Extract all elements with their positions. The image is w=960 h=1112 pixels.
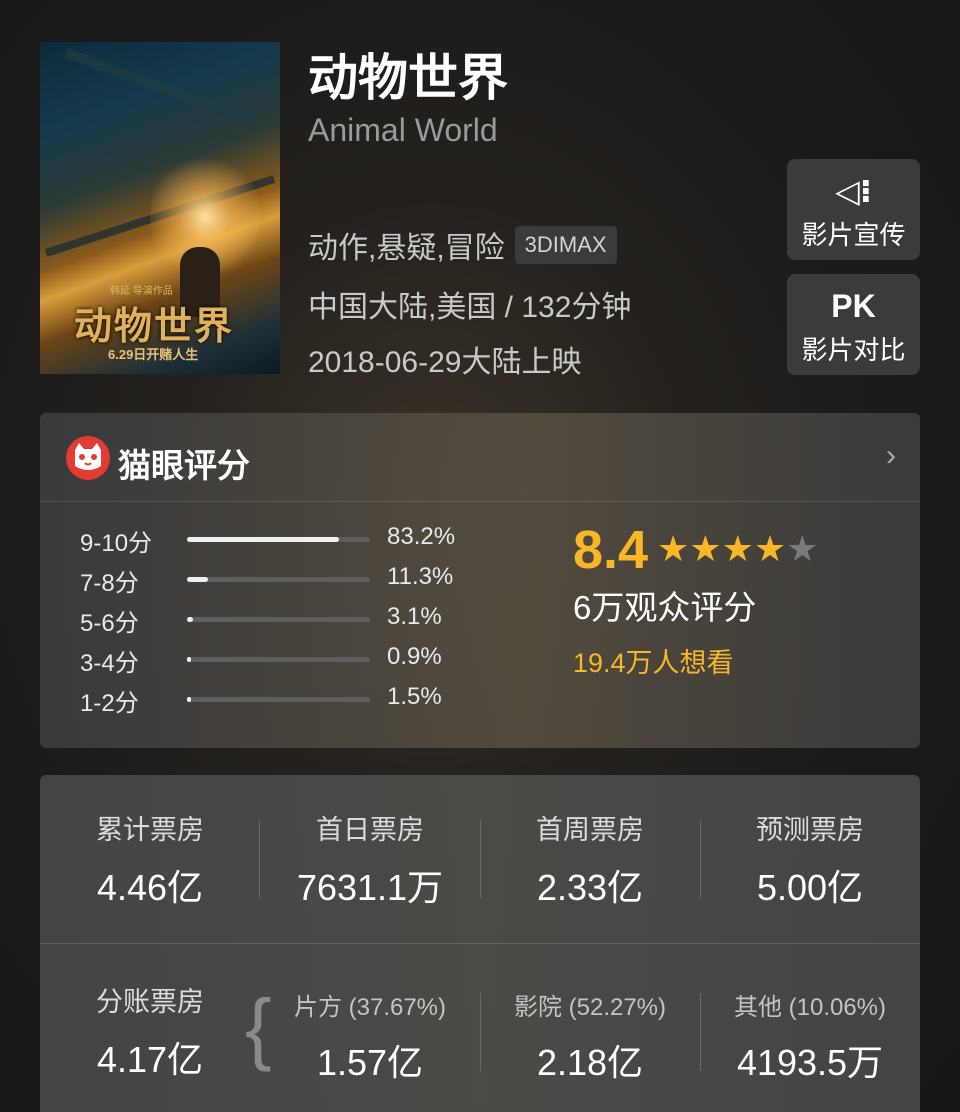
- poster-date: 6.29日开赌人生: [108, 347, 199, 362]
- box-office-producer: 片方 (37.67%) 1.57亿: [280, 987, 460, 1086]
- rating-bar-fill: [187, 697, 191, 702]
- divider: [480, 993, 481, 1071]
- stat-value: 2.33亿: [536, 867, 644, 908]
- rating-bar-fill: [187, 657, 191, 662]
- rating-percent: 3.1%: [387, 603, 442, 630]
- stat-label: 其他 (10.06%): [733, 994, 887, 1021]
- rating-card: 猫眼评分 › 9-10分 83.2% 7-8分 11.3% 5-6分 3.1% 3-4分 0.…: [40, 413, 920, 748]
- compare-button-label: 影片对比: [801, 335, 906, 365]
- rating-percent: 0.9%: [387, 643, 442, 670]
- rating-bar-track: [187, 537, 370, 542]
- rating-distribution-row: 9-10分 83.2%: [80, 523, 480, 557]
- pk-icon: PK: [831, 288, 876, 324]
- star-icon: ★: [689, 528, 722, 569]
- chevron-right-icon[interactable]: ›: [886, 439, 896, 473]
- rating-range-label: 3-4分: [80, 650, 139, 677]
- stat-label: 首周票房: [536, 815, 644, 845]
- stat-label: 预测票房: [756, 815, 864, 845]
- box-office-first-week: 首周票房 2.33亿: [500, 808, 680, 911]
- rating-bar-fill: [187, 537, 340, 542]
- rating-card-header[interactable]: 猫眼评分 ›: [40, 413, 920, 502]
- rating-range-label: 7-8分: [80, 570, 139, 597]
- stat-label: 影院 (52.27%): [513, 994, 667, 1021]
- rating-distribution-row: 1-2分 1.5%: [80, 683, 480, 717]
- rating-range-label: 1-2分: [80, 690, 139, 717]
- box-office-total: 累计票房 4.46亿: [60, 808, 240, 911]
- divider: [700, 993, 701, 1071]
- box-office-card: 累计票房 4.46亿 首日票房 7631.1万 首周票房 2.33亿 预测票房 …: [40, 775, 920, 1112]
- rating-bar-track: [187, 657, 370, 662]
- compare-button[interactable]: PK 影片对比: [787, 274, 920, 375]
- poster-art: [64, 48, 256, 126]
- movie-region-duration: 中国大陆,美国 / 132分钟: [308, 291, 632, 324]
- rating-distribution-row: 5-6分 3.1%: [80, 603, 480, 637]
- rating-bar-track: [187, 617, 370, 622]
- movie-poster[interactable]: 韩延 导演作品 动物世界 6.29日开赌人生: [40, 42, 280, 374]
- rating-header-title: 猫眼评分: [118, 447, 250, 484]
- divider: [700, 820, 701, 898]
- box-office-first-day: 首日票房 7631.1万: [280, 808, 460, 911]
- box-office-forecast: 预测票房 5.00亿: [720, 808, 900, 911]
- divider: [480, 820, 481, 898]
- rating-bar-track: [187, 577, 370, 582]
- box-office-split: 分账票房 4.17亿: [60, 980, 240, 1083]
- divider: [40, 943, 920, 944]
- rating-bar-track: [187, 697, 370, 702]
- star-icon: ★: [786, 528, 819, 569]
- star-icon: ★: [753, 528, 787, 569]
- movie-release-date: 2018-06-29大陆上映: [308, 346, 582, 379]
- stat-value: 5.00亿: [756, 867, 864, 908]
- stat-value: 4193.5万: [736, 1042, 884, 1083]
- stat-value: 1.57亿: [316, 1042, 424, 1083]
- rating-distribution-row: 3-4分 0.9%: [80, 643, 480, 677]
- star-icon: ★: [657, 528, 690, 569]
- rating-bar-fill: [187, 577, 208, 582]
- rating-range-label: 5-6分: [80, 610, 139, 637]
- format-badge: 3DIMAX: [514, 226, 617, 264]
- rating-score: 8.4: [573, 520, 649, 580]
- rating-percent: 1.5%: [387, 683, 442, 710]
- poster-title: 动物世界: [74, 303, 235, 348]
- stat-value: 7631.1万: [296, 867, 444, 908]
- rating-percent: 83.2%: [387, 523, 456, 550]
- stat-label: 首日票房: [316, 815, 424, 845]
- speaker-icon: ◁⁝: [835, 173, 872, 209]
- stat-value: 4.46亿: [96, 867, 204, 908]
- rating-percent: 11.3%: [387, 563, 454, 590]
- movie-title: 动物世界: [308, 50, 508, 106]
- rating-range-label: 9-10分: [80, 530, 153, 557]
- divider: [259, 820, 260, 898]
- stat-label: 片方 (37.67%): [293, 994, 447, 1021]
- promo-button-label: 影片宣传: [801, 220, 906, 250]
- stat-value: 4.17亿: [96, 1039, 204, 1080]
- promo-button[interactable]: ◁⁝ 影片宣传: [787, 159, 920, 260]
- box-office-cinema: 影院 (52.27%) 2.18亿: [500, 987, 680, 1086]
- want-to-see-count: 19.4万人想看: [573, 648, 734, 678]
- rating-stars: ★★★★★: [657, 527, 818, 571]
- rating-bar-fill: [187, 617, 193, 622]
- box-office-other: 其他 (10.06%) 4193.5万: [720, 987, 900, 1086]
- star-icon: ★: [721, 528, 754, 569]
- movie-subtitle: Animal World: [308, 112, 498, 148]
- stat-value: 2.18亿: [536, 1042, 644, 1083]
- audience-count: 6万观众评分: [573, 589, 757, 626]
- stat-label: 分账票房: [96, 987, 204, 1017]
- brace-icon: {: [245, 983, 272, 1072]
- genre-row: 动作,悬疑,冒险 3DIMAX: [308, 223, 617, 267]
- stat-label: 累计票房: [96, 815, 204, 845]
- rating-distribution-row: 7-8分 11.3%: [80, 563, 480, 597]
- movie-genre: 动作,悬疑,冒险: [308, 232, 505, 265]
- maoyan-cat-icon: [66, 436, 110, 480]
